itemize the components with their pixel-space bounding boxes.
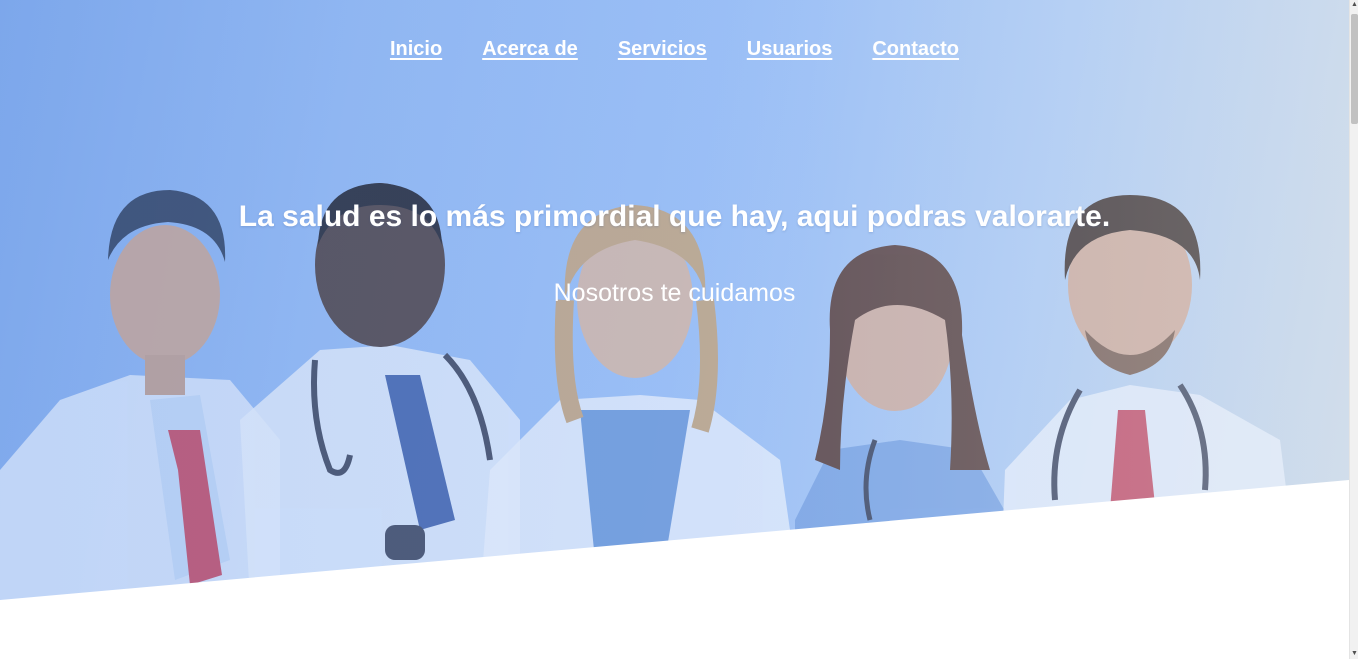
nav-acerca-de[interactable]: Acerca de bbox=[482, 38, 578, 61]
nav-usuarios[interactable]: Usuarios bbox=[747, 38, 833, 61]
nav-inicio[interactable]: Inicio bbox=[390, 38, 442, 61]
vertical-scrollbar[interactable]: ▲ ▼ bbox=[1349, 0, 1358, 659]
page: Inicio Acerca de Servicios Usuarios Cont… bbox=[0, 0, 1358, 659]
hero-slant-divider bbox=[0, 480, 1349, 659]
nav-contacto[interactable]: Contacto bbox=[872, 38, 959, 61]
hero-headline: La salud es lo más primordial que hay, a… bbox=[238, 200, 1111, 233]
scrollbar-thumb[interactable] bbox=[1351, 14, 1358, 124]
triangle-down-icon[interactable]: ▼ bbox=[1350, 649, 1358, 659]
triangle-up-icon[interactable]: ▲ bbox=[1350, 0, 1358, 10]
hero-subheadline: Nosotros te cuidamos bbox=[553, 279, 796, 307]
main-nav: Inicio Acerca de Servicios Usuarios Cont… bbox=[0, 38, 1349, 61]
nav-servicios[interactable]: Servicios bbox=[618, 38, 707, 61]
